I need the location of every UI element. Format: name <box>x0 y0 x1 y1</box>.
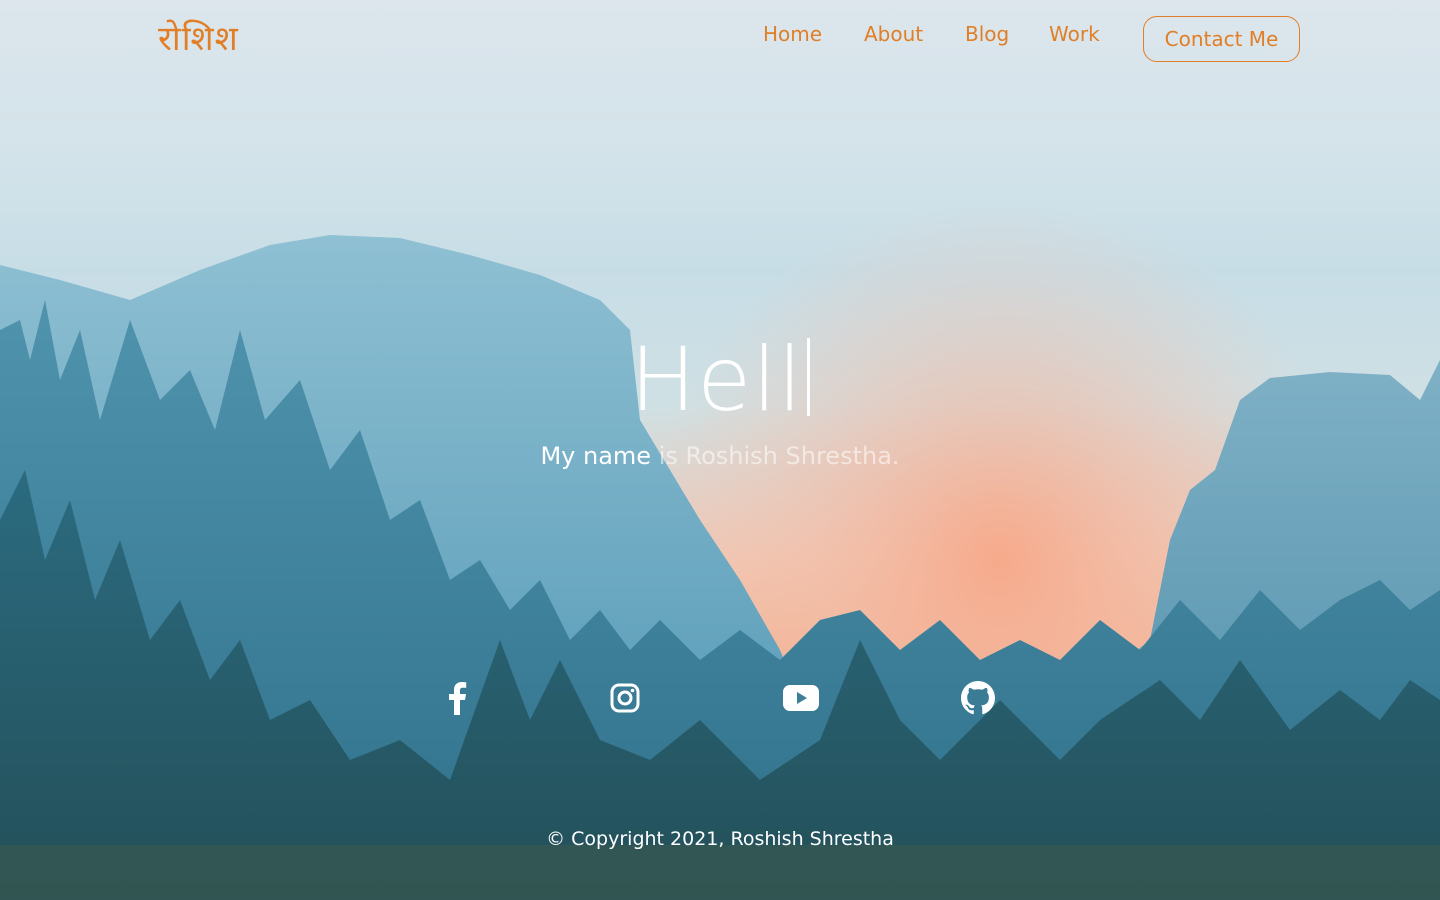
page: रोशिश Home About Blog Work Contact Me He… <box>0 0 1440 900</box>
facebook-icon[interactable] <box>437 678 477 718</box>
facebook-icon-glyph <box>449 682 467 715</box>
nav-link-home[interactable]: Home <box>763 22 822 46</box>
site-logo[interactable]: रोशिश <box>158 14 239 60</box>
navbar: रोशिश Home About Blog Work Contact Me <box>0 0 1440 80</box>
nav-link-about[interactable]: About <box>864 22 923 46</box>
hero-typed-title: Hell <box>0 328 1440 431</box>
youtube-icon[interactable] <box>781 678 821 718</box>
github-icon-glyph <box>961 681 995 715</box>
hero-subtitle-dim: is Roshish Shrestha. <box>651 442 900 470</box>
instagram-icon[interactable] <box>605 678 645 718</box>
contact-me-button[interactable]: Contact Me <box>1143 16 1300 62</box>
youtube-icon-glyph <box>783 685 819 711</box>
hero-title-text: Hell <box>629 328 804 431</box>
instagram-icon-glyph <box>610 683 640 713</box>
nav-link-work[interactable]: Work <box>1049 22 1100 46</box>
github-icon[interactable] <box>958 678 998 718</box>
hero-subtitle-bright: My name <box>540 442 652 470</box>
hero-subtitle: My name is Roshish Shrestha. <box>0 442 1440 470</box>
copyright-text: © Copyright 2021, Roshish Shrestha <box>546 828 894 850</box>
nav-link-blog[interactable]: Blog <box>965 22 1009 46</box>
typing-caret <box>807 338 811 416</box>
